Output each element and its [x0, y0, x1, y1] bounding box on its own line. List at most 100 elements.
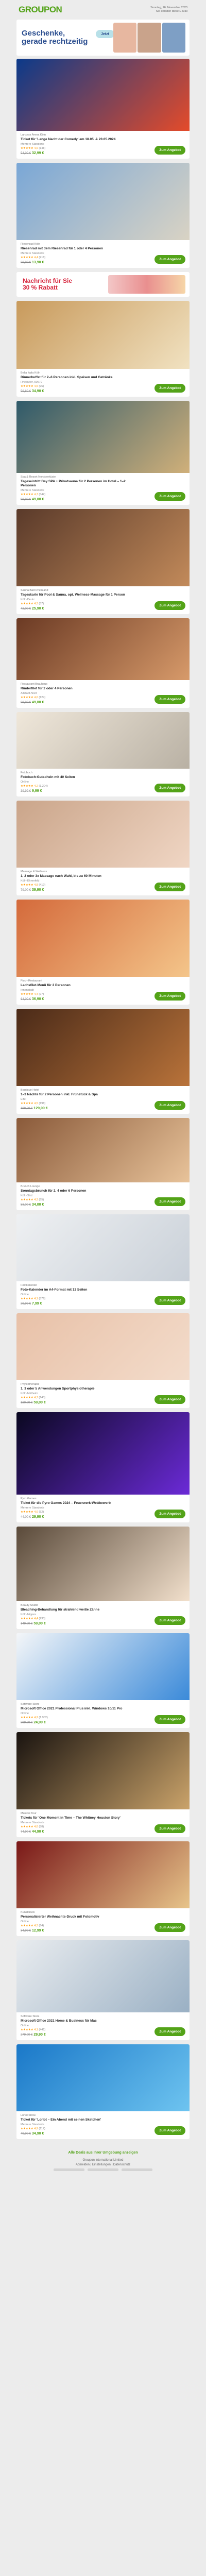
- deal-title[interactable]: Tickets für 'One Moment in Time – The Wh…: [21, 1816, 142, 1820]
- deal-cta-button[interactable]: Zum Angebot: [154, 492, 185, 501]
- groupon-logo[interactable]: GROUPON: [19, 5, 62, 15]
- deal-new-price: 59,00 €: [33, 1401, 46, 1404]
- deal-cta-button[interactable]: Zum Angebot: [154, 1101, 185, 1110]
- deal-image[interactable]: [16, 712, 190, 769]
- deal-title[interactable]: 1–3 Nächte für 2 Personen inkl. Frühstüc…: [21, 1093, 142, 1097]
- deal-cta-button[interactable]: Zum Angebot: [154, 1616, 185, 1625]
- deal-title[interactable]: Lachsfilet-Menü für 2 Personen: [21, 984, 142, 988]
- deal-cta-button[interactable]: Zum Angebot: [154, 601, 185, 610]
- deal-image[interactable]: [16, 301, 190, 369]
- deal-cta-button[interactable]: Zum Angebot: [154, 1824, 185, 1833]
- deal-image[interactable]: [16, 1732, 190, 1809]
- deal-card[interactable]: Loriot Show Ticket für 'Loriot – Ein Abe…: [16, 2044, 190, 2139]
- deal-cta-button[interactable]: Zum Angebot: [154, 2126, 185, 2135]
- deal-title[interactable]: Tageskarte für Pool & Sauna, opt. Wellne…: [21, 593, 142, 597]
- deal-card[interactable]: Riesenrad Köln Riesenrad mit dem Riesenr…: [16, 163, 190, 268]
- deal-card[interactable]: Fotobuch Fotobuch-Gutschein mit 40 Seite…: [16, 712, 190, 796]
- deal-cta-button[interactable]: Zum Angebot: [154, 1715, 185, 1724]
- deal-cta-button[interactable]: Zum Angebot: [154, 1296, 185, 1305]
- deal-card[interactable]: Restaurant Brauhaus Rinderfilet für 2 od…: [16, 618, 190, 708]
- deal-card[interactable]: Sauna Bad Rheinland Tageskarte für Pool …: [16, 509, 190, 614]
- deal-title[interactable]: Foto-Kalender im A4-Format mit 13 Seiten: [21, 1288, 142, 1292]
- discount-promo-banner[interactable]: Nachricht für Sie 30 % Rabatt: [16, 272, 190, 297]
- deal-image[interactable]: [16, 1940, 190, 2012]
- deal-location: Lanxess Arena Köln: [21, 133, 46, 137]
- deal-cta-button[interactable]: Zum Angebot: [154, 384, 185, 393]
- deal-old-price: 49,90 €: [21, 2132, 31, 2136]
- deal-cta-button[interactable]: Zum Angebot: [154, 1510, 185, 1518]
- deal-image[interactable]: [16, 1214, 190, 1281]
- deal-cta-button[interactable]: Zum Angebot: [154, 2027, 185, 2036]
- deal-image[interactable]: [16, 1633, 190, 1700]
- deal-title[interactable]: Tageseintritt Day SPA + Privatsauna für …: [21, 480, 142, 488]
- deal-card[interactable]: Bella Italia Köln Dinnerbuffet für 2–6 P…: [16, 301, 190, 397]
- deal-image[interactable]: [16, 401, 190, 473]
- deal-old-price: 44,00 €: [21, 1516, 31, 1519]
- deal-card[interactable]: Software Store Microsoft Office 2021 Pro…: [16, 1633, 190, 1728]
- deal-image[interactable]: [16, 1841, 190, 1908]
- footer-links[interactable]: Abmelden | Einstellungen | Datenschutz: [22, 2163, 184, 2167]
- deal-image[interactable]: [16, 1412, 190, 1495]
- deal-new-price: 59,00 €: [33, 1622, 46, 1625]
- deal-title[interactable]: Ticket für 'Lange Nacht der Comedy' am 1…: [21, 138, 142, 142]
- header-date: Sonntag, 26. November 2023: [150, 6, 187, 9]
- deal-image[interactable]: [16, 59, 190, 131]
- deal-cta-button[interactable]: Zum Angebot: [154, 992, 185, 1001]
- deal-card[interactable]: Fisch-Restaurant Lachsfilet-Menü für 2 P…: [16, 900, 190, 1005]
- deal-title[interactable]: Fotobuch-Gutschein mit 40 Seiten: [21, 775, 142, 779]
- deal-card[interactable]: Beauty Studio Bleaching-Behandlung für s…: [16, 1527, 190, 1629]
- deal-new-price: 13,90 €: [32, 261, 44, 264]
- deal-title[interactable]: Riesenrad mit dem Riesenrad für 1 oder 4…: [21, 247, 142, 251]
- deal-card[interactable]: Massage & Wellness 1, 2 oder 3x Massage …: [16, 801, 190, 895]
- deal-title[interactable]: Ticket für die Pyro Games 2024 – Feuerwe…: [21, 1501, 142, 1505]
- deal-card[interactable]: Spa & Resort Nordseeküste Tageseintritt …: [16, 401, 190, 505]
- deal-image[interactable]: [16, 1118, 190, 1182]
- deal-title[interactable]: Microsoft Office 2021 Professional Plus …: [21, 1707, 142, 1711]
- banner-image: [113, 23, 185, 53]
- deal-title[interactable]: Sonntagsbrunch für 2, 4 oder 6 Personen: [21, 1189, 142, 1193]
- deal-title[interactable]: Personalisierter Weihnachts-Druck mit Fo…: [21, 1915, 142, 1919]
- deal-cta-button[interactable]: Zum Angebot: [154, 255, 185, 264]
- deal-cta-button[interactable]: Zum Angebot: [154, 1197, 185, 1206]
- deal-image[interactable]: [16, 618, 190, 680]
- all-deals-link[interactable]: Alle Deals aus Ihrer Umgebung anzeigen: [22, 2150, 184, 2155]
- deal-card[interactable]: Physiotherapie 1, 3 oder 5 Anwendungen S…: [16, 1313, 190, 1408]
- deal-image[interactable]: [16, 900, 190, 977]
- deal-card[interactable]: Boutique Hotel 1–3 Nächte für 2 Personen…: [16, 1009, 190, 1114]
- deal-card[interactable]: Brunch Lounge Sonntagsbrunch für 2, 4 od…: [16, 1118, 190, 1210]
- deal-title[interactable]: Bleaching-Behandlung für strahlend weiße…: [21, 1608, 142, 1612]
- deal-image[interactable]: [16, 1313, 190, 1380]
- deal-image[interactable]: [16, 509, 190, 586]
- deal-card[interactable]: Software Store Microsoft Office 2021 Hom…: [16, 1940, 190, 2040]
- deal-card[interactable]: Kunstdruck Personalisierter Weihnachts-D…: [16, 1841, 190, 1936]
- deal-image[interactable]: [16, 163, 190, 240]
- deal-image[interactable]: [16, 1527, 190, 1601]
- deal-title[interactable]: Ticket für 'Loriot – Ein Abend mit seine…: [21, 2118, 142, 2122]
- deal-cta-button[interactable]: Zum Angebot: [154, 695, 185, 704]
- deals-list: Lanxess Arena Köln Ticket für 'Lange Nac…: [16, 59, 190, 2139]
- deal-new-price: 36,90 €: [32, 997, 44, 1001]
- deal-cta-button[interactable]: Zum Angebot: [154, 1923, 185, 1932]
- banner-cta-button[interactable]: Jetzt: [96, 30, 114, 38]
- deal-card[interactable]: Lanxess Arena Köln Ticket für 'Lange Nac…: [16, 59, 190, 159]
- footer-company: Groupon International Limited: [82, 2159, 124, 2162]
- deal-image[interactable]: [16, 2044, 190, 2111]
- deal-title[interactable]: Dinnerbuffet für 2–6 Personen inkl. Spei…: [21, 376, 142, 380]
- gift-banner[interactable]: Geschenke, gerade rechtzeitig Jetzt: [16, 20, 190, 56]
- deal-title[interactable]: 1, 2 oder 3x Massage nach Wahl, bis zu 6…: [21, 874, 142, 878]
- banner-text: Geschenke, gerade rechtzeitig: [22, 29, 88, 46]
- deal-title[interactable]: 1, 3 oder 5 Anwendungen Sportphysiothera…: [21, 1387, 142, 1391]
- deal-title[interactable]: Microsoft Office 2021 Home & Business fü…: [21, 2019, 142, 2023]
- deal-title[interactable]: Rinderfilet für 2 oder 4 Personen: [21, 687, 142, 691]
- deal-new-price: 49,00 €: [32, 498, 44, 501]
- deal-card[interactable]: Fotokalender Foto-Kalender im A4-Format …: [16, 1214, 190, 1309]
- deal-image[interactable]: [16, 801, 190, 868]
- deal-cta-button[interactable]: Zum Angebot: [154, 883, 185, 891]
- deal-image[interactable]: [16, 1009, 190, 1086]
- deal-location: Software Store: [21, 1703, 40, 1706]
- deal-card[interactable]: Pyro Games Ticket für die Pyro Games 202…: [16, 1412, 190, 1522]
- deal-cta-button[interactable]: Zum Angebot: [154, 146, 185, 155]
- deal-cta-button[interactable]: Zum Angebot: [154, 1395, 185, 1404]
- deal-cta-button[interactable]: Zum Angebot: [154, 784, 185, 792]
- deal-card[interactable]: Musical Tour Tickets für 'One Moment in …: [16, 1732, 190, 1837]
